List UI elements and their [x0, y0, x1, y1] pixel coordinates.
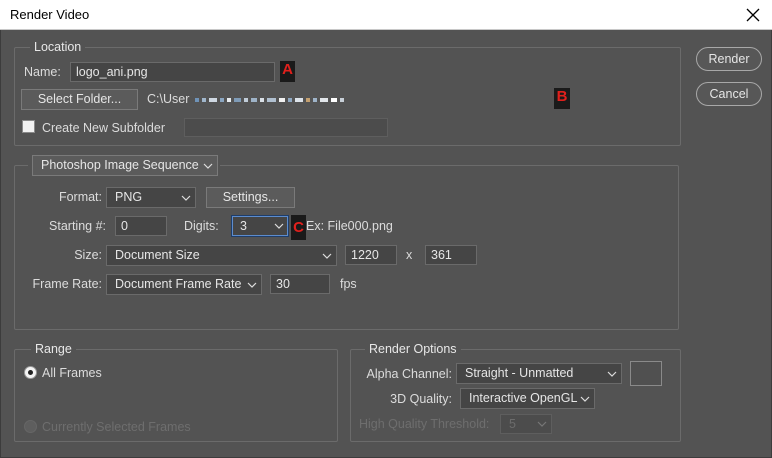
hq-threshold-label: High Quality Threshold:: [359, 417, 490, 431]
chevron-down-icon: [580, 396, 590, 402]
size-label: Size:: [74, 248, 102, 262]
format-value: PNG: [115, 190, 143, 204]
subfolder-input[interactable]: [184, 118, 388, 137]
frame-rate-dropdown[interactable]: Document Frame Rate: [106, 274, 262, 295]
folder-path-redacted: [194, 92, 347, 106]
frame-rate-value: Document Frame Rate: [115, 277, 242, 291]
3d-quality-value: Interactive OpenGL: [469, 391, 578, 405]
name-label: Name:: [24, 65, 61, 79]
chevron-down-icon: [607, 371, 617, 377]
sequence-type-value: Photoshop Image Sequence: [41, 158, 199, 172]
starting-number-label: Starting #:: [49, 219, 106, 233]
digits-label: Digits:: [184, 219, 219, 233]
height-input[interactable]: 361: [425, 245, 477, 265]
size-separator: x: [406, 248, 413, 262]
select-folder-button[interactable]: Select Folder...: [21, 89, 138, 110]
selected-frames-label: Currently Selected Frames: [42, 420, 191, 434]
size-dropdown[interactable]: Document Size: [106, 245, 337, 266]
alpha-channel-dropdown[interactable]: Straight - Unmatted: [456, 363, 622, 384]
matte-color-swatch[interactable]: [630, 361, 662, 386]
marker-a: A: [280, 61, 295, 82]
fps-input[interactable]: 30: [270, 274, 330, 294]
folder-path-text: C:\User: [147, 92, 190, 106]
create-subfolder-label: Create New Subfolder: [42, 121, 165, 135]
digits-dropdown[interactable]: 3: [231, 215, 289, 237]
marker-b: B: [554, 88, 570, 109]
create-subfolder-checkbox[interactable]: [22, 120, 35, 133]
sequence-type-dropdown[interactable]: Photoshop Image Sequence: [32, 155, 218, 176]
chevron-down-icon: [203, 163, 213, 169]
chevron-down-icon: [322, 253, 332, 259]
example-text: Ex: File000.png: [306, 219, 393, 233]
size-value: Document Size: [115, 248, 200, 262]
width-input[interactable]: 1220: [345, 245, 397, 265]
chevron-down-icon: [537, 421, 547, 427]
digits-value: 3: [240, 219, 247, 233]
alpha-channel-label: Alpha Channel:: [366, 367, 452, 381]
chevron-down-icon: [274, 223, 284, 229]
all-frames-label: All Frames: [42, 366, 102, 380]
all-frames-radio[interactable]: [24, 366, 37, 379]
chevron-down-icon: [247, 282, 257, 288]
hq-threshold-value: 5: [509, 417, 516, 431]
3d-quality-dropdown[interactable]: Interactive OpenGL: [460, 388, 595, 409]
window-title: Render Video: [10, 7, 90, 22]
render-button[interactable]: Render: [696, 47, 762, 71]
cancel-button[interactable]: Cancel: [696, 82, 762, 106]
settings-button[interactable]: Settings...: [206, 187, 295, 208]
range-group-label: Range: [31, 342, 76, 356]
title-bar: Render Video: [0, 0, 772, 30]
alpha-channel-value: Straight - Unmatted: [465, 366, 574, 380]
format-dropdown[interactable]: PNG: [106, 187, 196, 208]
fps-unit-label: fps: [340, 277, 357, 291]
format-label: Format:: [58, 190, 102, 204]
render-options-group-label: Render Options: [365, 342, 461, 356]
starting-number-input[interactable]: 0: [115, 216, 167, 236]
marker-c: C: [291, 215, 306, 240]
location-group-label: Location: [30, 40, 86, 54]
selected-frames-radio[interactable]: [24, 420, 37, 433]
name-input[interactable]: logo_ani.png: [70, 62, 275, 82]
folder-path: C:\User: [147, 92, 347, 106]
hq-threshold-dropdown[interactable]: 5: [500, 414, 552, 434]
close-icon[interactable]: [742, 4, 764, 26]
3d-quality-label: 3D Quality:: [390, 392, 452, 406]
chevron-down-icon: [181, 195, 191, 201]
frame-rate-label: Frame Rate:: [32, 277, 102, 291]
